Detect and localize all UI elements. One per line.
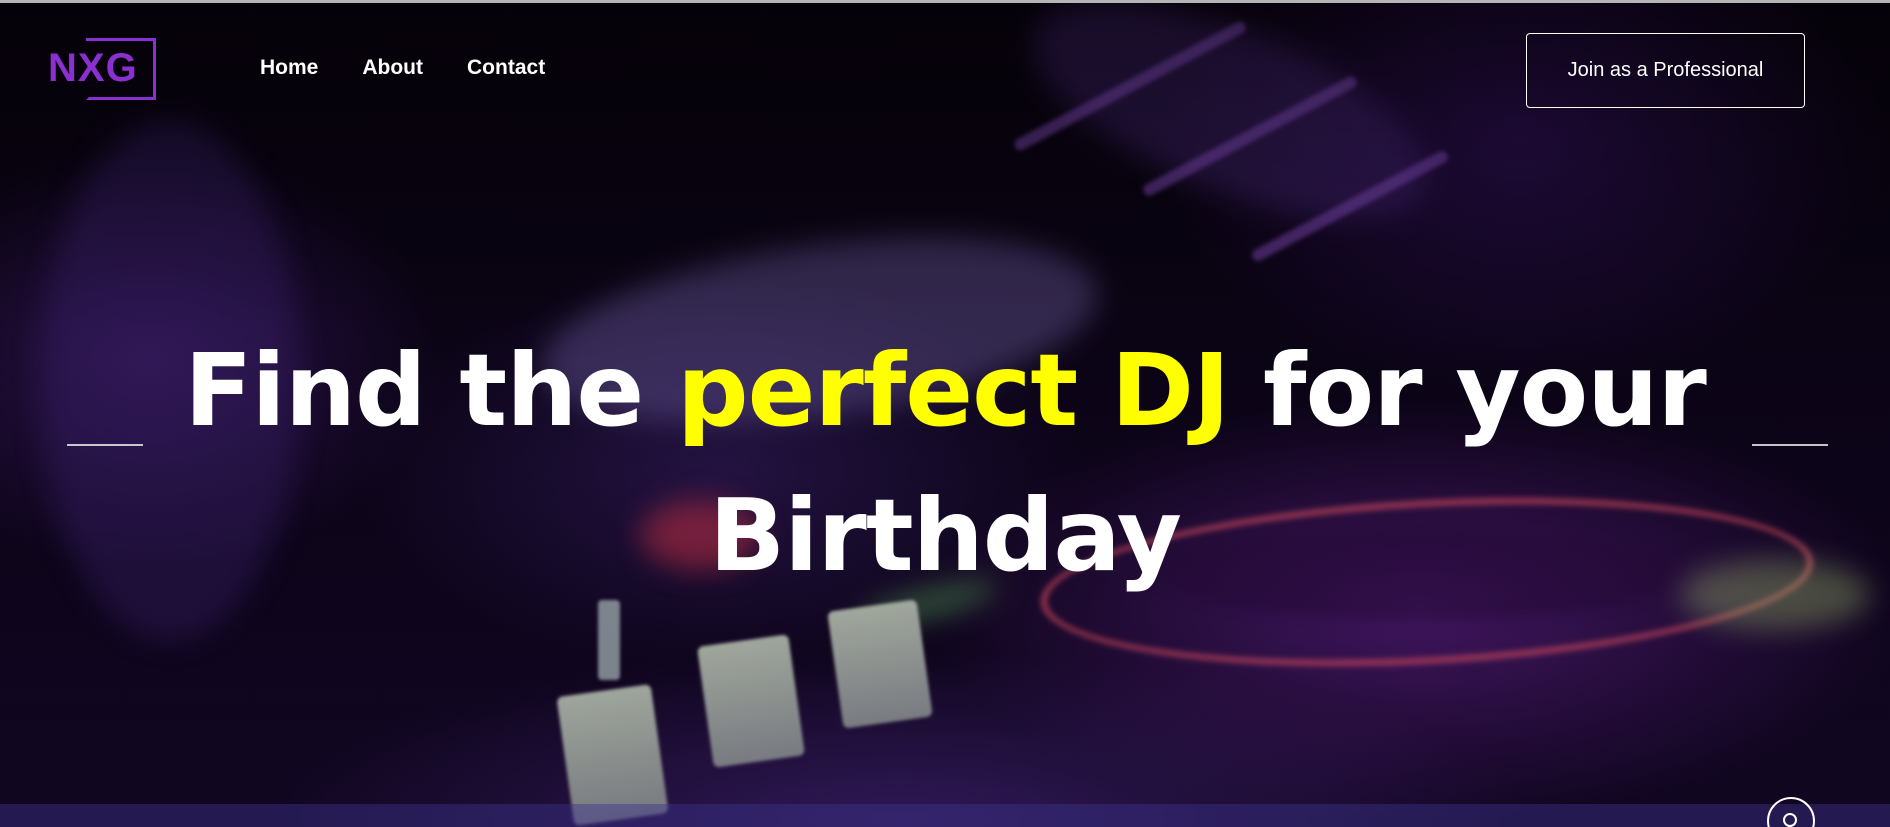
- scroll-inner-ring: [1783, 813, 1797, 827]
- top-border: [0, 0, 1890, 3]
- nav-item-about[interactable]: About: [362, 56, 423, 80]
- nav-item-contact[interactable]: Contact: [467, 56, 545, 80]
- hero-headline: Find the perfect DJ for your Birthday: [160, 318, 1730, 608]
- main-nav: Home About Contact: [260, 56, 545, 80]
- landing-page: NXG Home About Contact Join as a Profess…: [0, 0, 1890, 827]
- join-as-professional-button[interactable]: Join as a Professional: [1526, 33, 1805, 108]
- logo[interactable]: NXG: [48, 36, 163, 104]
- nav-item-home[interactable]: Home: [260, 56, 318, 80]
- headline-highlight: perfect DJ: [677, 332, 1230, 449]
- headline-text-start: Find the: [184, 332, 678, 449]
- carousel-prev-icon[interactable]: [67, 444, 143, 446]
- carousel-next-icon[interactable]: [1752, 444, 1828, 446]
- logo-text: NXG: [48, 46, 138, 90]
